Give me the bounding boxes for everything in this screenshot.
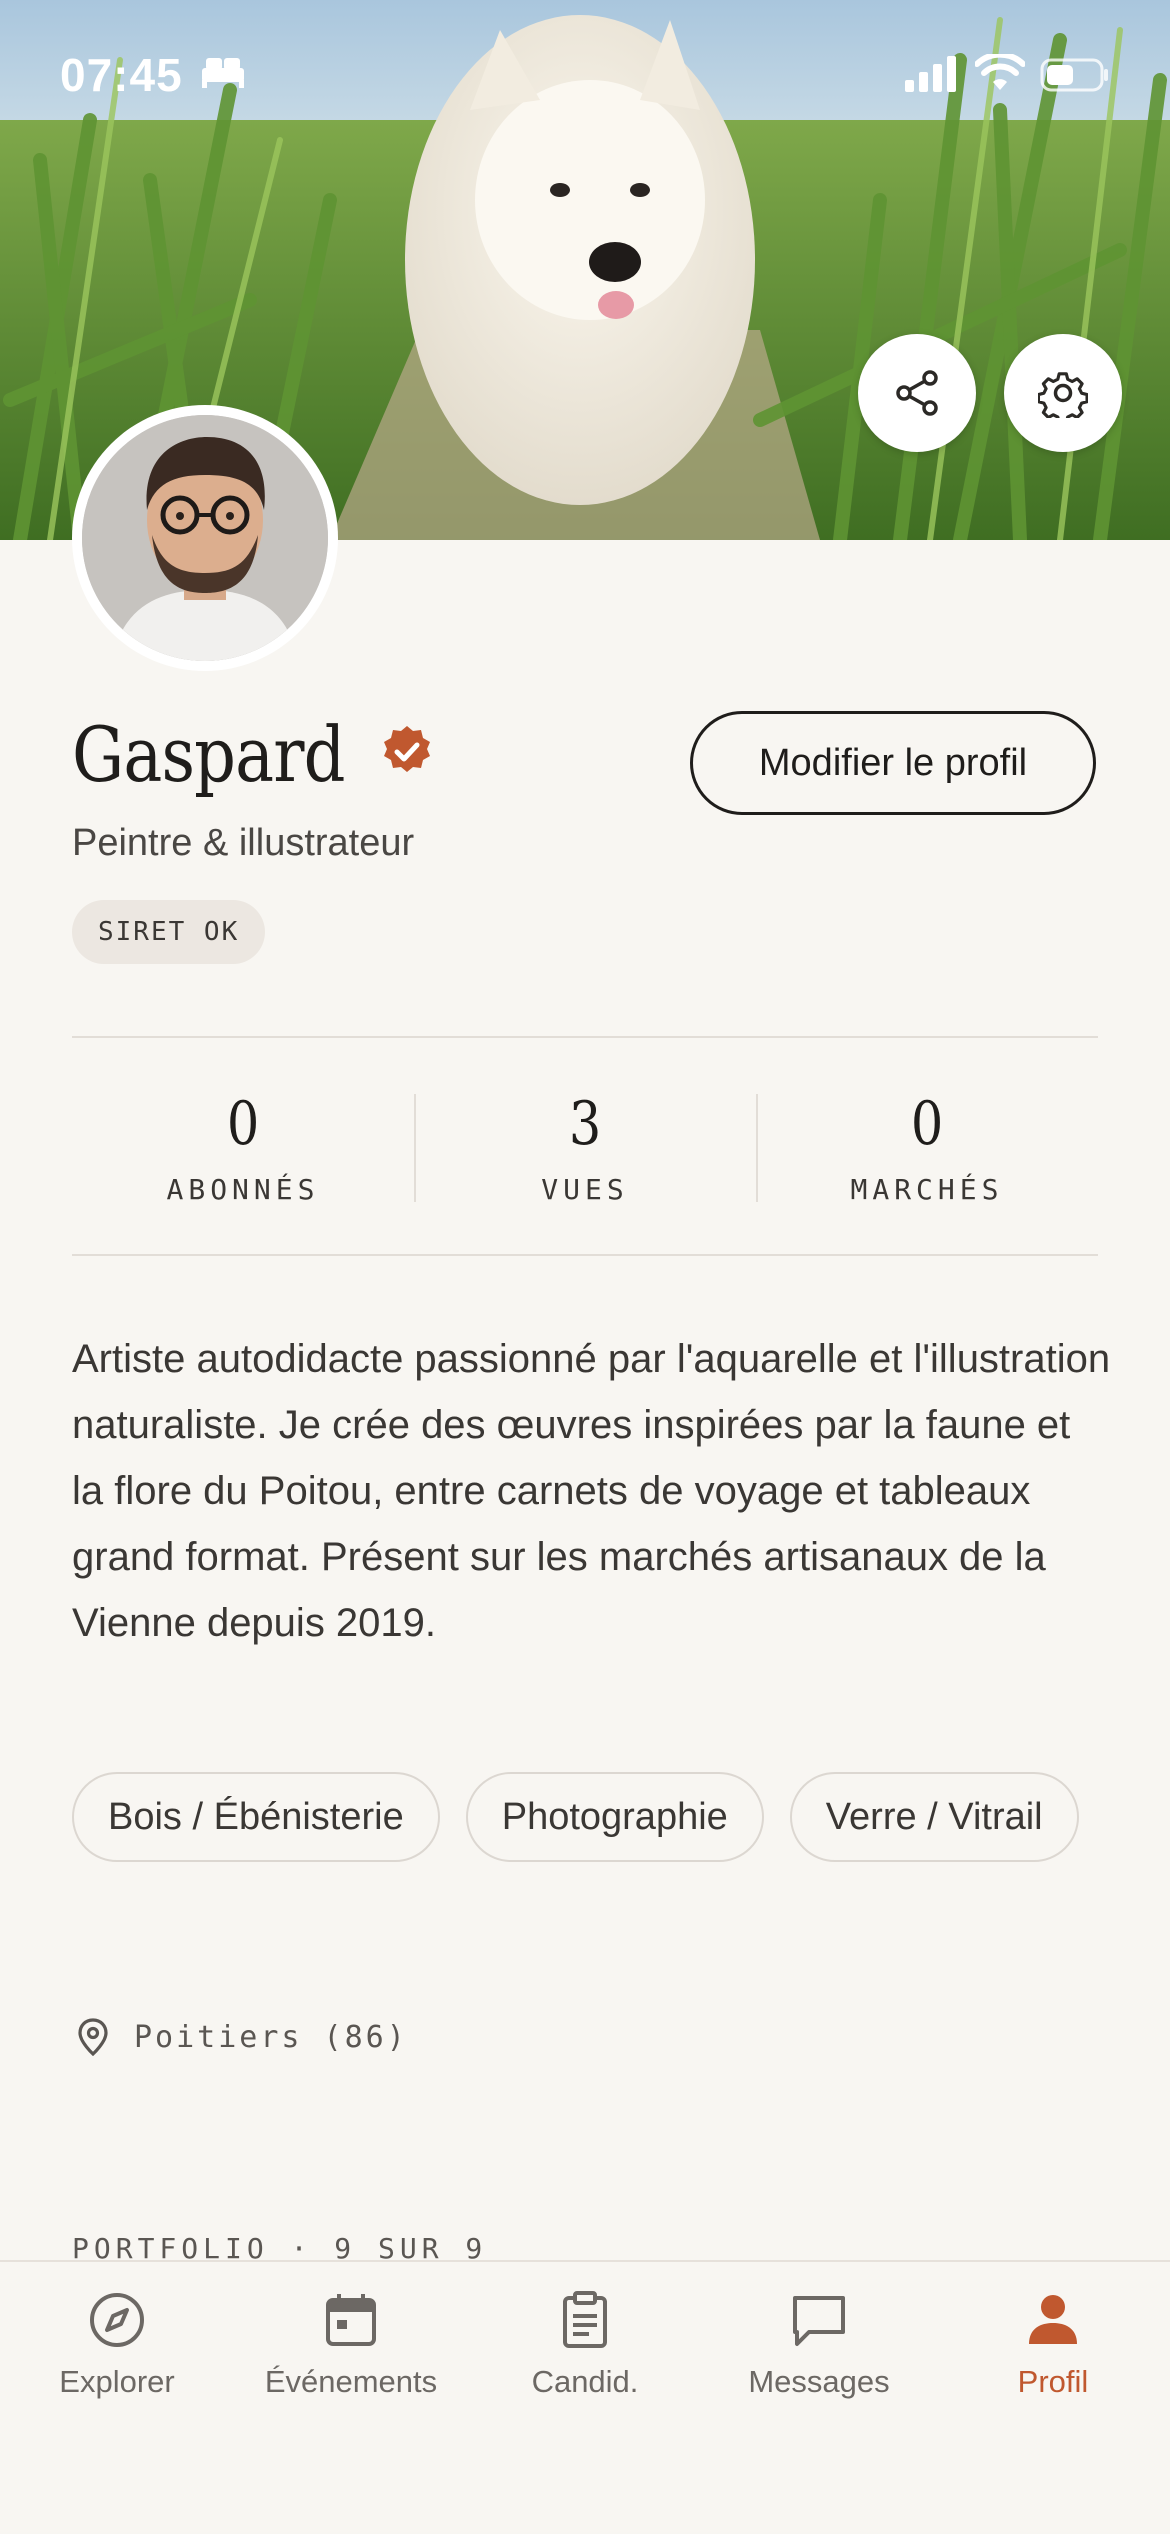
location-pin-icon bbox=[78, 2018, 108, 2056]
tag-chip[interactable]: Bois / Ébénisterie bbox=[72, 1772, 440, 1862]
category-tags: Bois / Ébénisterie Photographie Verre / … bbox=[72, 1772, 1112, 1862]
person-icon bbox=[1029, 2295, 1077, 2344]
bottom-tab-bar: Explorer Événements Candid. Messages Pro… bbox=[0, 2260, 1170, 2534]
share-icon bbox=[896, 370, 938, 416]
tab-label: Messages bbox=[748, 2364, 890, 2399]
profile-subtitle: Peintre & illustrateur bbox=[72, 822, 415, 864]
divider bbox=[72, 1036, 1098, 1038]
stat-label: ABONNÉS bbox=[166, 1172, 320, 1206]
stat-label: VUES bbox=[541, 1172, 629, 1206]
tag-chip[interactable]: Photographie bbox=[465, 1772, 764, 1862]
stat-label: MARCHÉS bbox=[850, 1172, 1004, 1206]
location: Poitiers (86) bbox=[78, 2018, 408, 2056]
edit-profile-button[interactable]: Modifier le profil bbox=[690, 711, 1096, 815]
divider bbox=[72, 1254, 1098, 1256]
stat-value: 3 bbox=[568, 1088, 602, 1159]
battery-icon bbox=[1040, 58, 1110, 97]
profile-bio: Artiste autodidacte passionné par l'aqua… bbox=[72, 1337, 1111, 1645]
status-bar: 07:45 bbox=[0, 0, 1170, 150]
calendar-icon bbox=[326, 2294, 376, 2346]
profile-name-row: Gaspard bbox=[72, 710, 435, 799]
verified-badge-icon bbox=[379, 724, 435, 785]
gear-icon bbox=[1038, 372, 1088, 418]
sleep-mode-icon bbox=[200, 54, 246, 93]
stat-markets[interactable]: 0 MARCHÉS bbox=[756, 1040, 1098, 1254]
stats-row: 0 ABONNÉS 3 VUES 0 MARCHÉS bbox=[72, 1040, 1098, 1254]
tab-label: Événements bbox=[264, 2364, 438, 2399]
compass-icon bbox=[90, 2293, 144, 2347]
tab-label: Explorer bbox=[59, 2364, 175, 2399]
siret-badge: SIRET OK bbox=[72, 900, 266, 964]
wifi-icon bbox=[974, 51, 1026, 97]
tab-events[interactable]: Événements bbox=[234, 2262, 468, 2534]
avatar[interactable] bbox=[72, 405, 338, 671]
profile-name: Gaspard bbox=[72, 710, 345, 799]
tab-profile[interactable]: Profil bbox=[936, 2262, 1170, 2534]
tab-label: Candid. bbox=[531, 2364, 639, 2399]
stat-value: 0 bbox=[226, 1088, 260, 1159]
stat-value: 0 bbox=[910, 1088, 944, 1159]
status-time: 07:45 bbox=[60, 49, 183, 101]
tab-explorer[interactable]: Explorer bbox=[0, 2262, 234, 2534]
stat-views[interactable]: 3 VUES bbox=[414, 1040, 756, 1254]
stat-followers[interactable]: 0 ABONNÉS bbox=[72, 1040, 414, 1254]
cellular-signal-icon bbox=[905, 56, 959, 97]
tag-chip[interactable]: Verre / Vitrail bbox=[789, 1772, 1079, 1862]
message-icon bbox=[793, 2296, 845, 2346]
tab-messages[interactable]: Messages bbox=[702, 2262, 936, 2534]
location-text: Poitiers (86) bbox=[134, 2019, 408, 2055]
settings-button[interactable] bbox=[1004, 334, 1122, 452]
share-button[interactable] bbox=[858, 334, 976, 452]
clipboard-icon bbox=[563, 2291, 607, 2348]
tab-applications[interactable]: Candid. bbox=[468, 2262, 702, 2534]
tab-label: Profil bbox=[1017, 2364, 1089, 2399]
